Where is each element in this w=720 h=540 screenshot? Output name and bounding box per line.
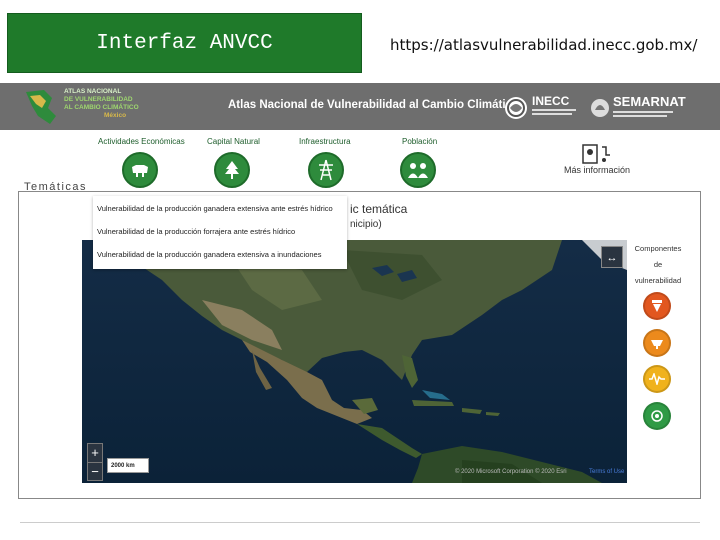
category-label-actividades: Actividades Económicas <box>98 137 185 146</box>
cow-icon[interactable] <box>122 152 158 188</box>
slide-footer-line <box>20 522 700 523</box>
people-icon[interactable] <box>400 152 436 188</box>
logo-line-3: AL CAMBIO CLIMÁTICO <box>64 104 139 111</box>
adaptive-capacity-icon[interactable] <box>643 365 671 393</box>
componentes-line-2: de <box>653 260 663 269</box>
exposure-icon[interactable] <box>643 292 671 320</box>
category-label-capital: Capital Natural <box>207 137 260 146</box>
sensitivity-icon[interactable] <box>643 329 671 357</box>
componentes-title: Componentes de vulnerabilidad <box>632 241 684 289</box>
inecc-logo: INECC <box>504 92 580 124</box>
slide-title: Interfaz ANVCC <box>7 13 362 73</box>
logo-line-1: ATLAS NACIONAL <box>64 88 122 95</box>
atlas-logo[interactable]: ATLAS NACIONAL DE VULNERABILIDAD AL CAMB… <box>22 86 142 128</box>
vulnerability-icon[interactable] <box>643 402 671 430</box>
info-icon[interactable] <box>580 143 612 165</box>
terms-of-use-link[interactable]: Terms of Use <box>589 469 624 475</box>
logo-line-4: México <box>104 112 127 119</box>
semarnat-label: SEMARNAT <box>613 94 686 109</box>
logo-line-2: DE VULNERABILIDAD <box>64 96 133 103</box>
zoom-out-button[interactable]: − <box>88 463 102 481</box>
tree-icon[interactable] <box>214 152 250 188</box>
panel-heading-line-2: nicipio) <box>350 219 382 230</box>
dropdown-item[interactable]: Vulnerabilidad de la producción ganadera… <box>97 250 321 259</box>
map-attribution: © 2020 Microsoft Corporation © 2020 Esri <box>455 469 567 475</box>
zoom-in-button[interactable]: + <box>88 444 102 463</box>
componentes-line-3: vulnerabilidad <box>634 276 682 285</box>
panel-heading-line-1: ic temática <box>350 202 408 216</box>
map-scale: 2000 km <box>107 458 149 473</box>
satellite-map[interactable] <box>82 240 627 483</box>
inecc-label: INECC <box>532 94 570 108</box>
tower-icon[interactable] <box>308 152 344 188</box>
dropdown-item[interactable]: Vulnerabilidad de la producción forrajer… <box>97 227 295 236</box>
site-url[interactable]: https://atlasvulnerabilidad.inecc.gob.mx… <box>390 36 697 54</box>
category-label-infraestructura: Infraestructura <box>299 137 351 146</box>
semarnat-logo: SEMARNAT <box>590 92 700 124</box>
tematica-dropdown[interactable]: Vulnerabilidad de la producción ganadera… <box>93 196 347 269</box>
dropdown-item[interactable]: Vulnerabilidad de la producción ganadera… <box>97 204 333 213</box>
app-header-title: Atlas Nacional de Vulnerabilidad al Camb… <box>228 99 519 111</box>
expand-map-button[interactable]: ↔ <box>601 246 623 268</box>
componentes-line-1: Componentes <box>634 244 682 253</box>
mas-informacion-link[interactable]: Más información <box>564 165 630 175</box>
panel-heading-partial: ic temática nicipio) <box>350 202 407 232</box>
category-label-poblacion: Población <box>402 137 438 146</box>
zoom-control: + − <box>87 443 103 481</box>
